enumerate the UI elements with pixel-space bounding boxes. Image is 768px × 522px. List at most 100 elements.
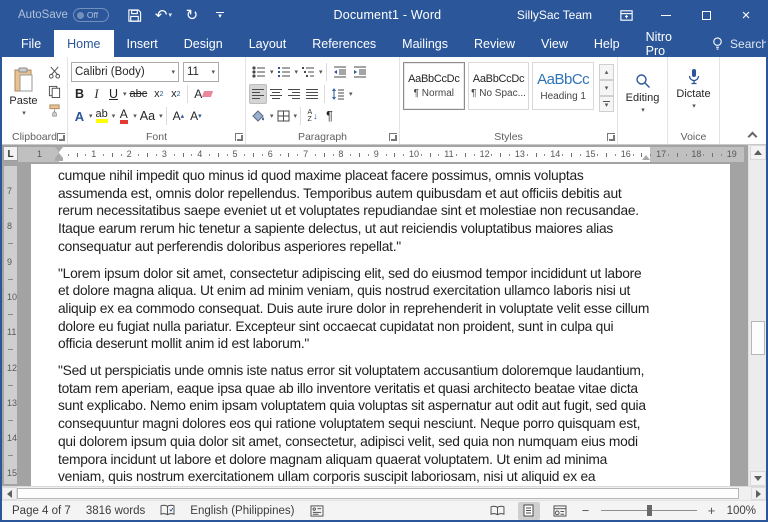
document-page[interactable]: cumque nihil impedit quo minus id quod m… xyxy=(31,164,730,486)
tab-mailings[interactable]: Mailings xyxy=(389,30,461,57)
maximize-button[interactable] xyxy=(686,0,726,30)
tab-insert[interactable]: Insert xyxy=(114,30,171,57)
chevron-down-icon[interactable]: ▾ xyxy=(270,68,274,76)
align-right-button[interactable] xyxy=(285,84,303,104)
numbering-button[interactable] xyxy=(274,62,294,82)
print-layout-button[interactable] xyxy=(517,501,540,520)
cut-button[interactable] xyxy=(45,64,64,81)
proofing-icon[interactable] xyxy=(160,504,175,517)
style-no-spacing[interactable]: AaBbCcDc ¶ No Spac... xyxy=(467,62,530,110)
web-layout-button[interactable] xyxy=(549,502,571,520)
clipboard-dialog-launcher[interactable] xyxy=(57,133,65,141)
tell-me-search[interactable]: Search xyxy=(711,30,766,57)
tab-home[interactable]: Home xyxy=(54,30,114,57)
superscript-button[interactable]: x2 xyxy=(167,84,184,104)
sort-button[interactable]: A Z ↓ xyxy=(304,106,321,126)
subscript-button[interactable]: x2 xyxy=(150,84,167,104)
zoom-out-button[interactable]: − xyxy=(580,503,592,518)
chevron-down-icon[interactable]: ▾ xyxy=(270,112,274,120)
text-highlight-button[interactable]: ab xyxy=(93,106,111,126)
zoom-slider-thumb[interactable] xyxy=(646,505,652,516)
shrink-font-button[interactable]: A ▾ xyxy=(187,106,205,126)
styles-more-button[interactable]: ▾ xyxy=(599,96,615,112)
tab-nitro-pro[interactable]: Nitro Pro xyxy=(633,30,685,58)
zoom-in-button[interactable]: + xyxy=(706,503,718,518)
justify-button[interactable] xyxy=(303,84,321,104)
undo-button[interactable]: ↶ ▾ xyxy=(155,4,172,26)
grow-font-button[interactable]: A ▴ xyxy=(170,106,188,126)
editing-button[interactable]: Editing ▾ xyxy=(621,60,664,126)
redo-button[interactable]: ↻ xyxy=(184,4,200,26)
h-scroll-right-button[interactable] xyxy=(751,487,766,500)
chevron-down-icon[interactable]: ▾ xyxy=(168,11,172,19)
tab-references[interactable]: References xyxy=(299,30,389,57)
v-scroll-thumb[interactable] xyxy=(751,321,765,355)
font-dialog-launcher[interactable] xyxy=(235,133,243,141)
dictate-button[interactable]: Dictate ▾ xyxy=(671,60,716,118)
minimize-button[interactable] xyxy=(646,0,686,30)
increase-indent-button[interactable] xyxy=(350,62,370,82)
paste-button[interactable]: Paste ▾ xyxy=(5,60,42,124)
change-case-button[interactable]: Aa xyxy=(137,106,158,126)
tab-view[interactable]: View xyxy=(528,30,581,57)
vertical-scrollbar[interactable] xyxy=(748,145,766,486)
bullets-button[interactable] xyxy=(249,62,269,82)
paragraph-dialog-launcher[interactable] xyxy=(389,133,397,141)
font-name-select[interactable]: Calibri (Body) ▾ xyxy=(71,62,179,82)
style-heading1[interactable]: AaBbCc Heading 1 xyxy=(532,62,595,110)
close-button[interactable]: × xyxy=(726,0,766,30)
accessibility-icon[interactable] xyxy=(310,504,324,517)
tab-review[interactable]: Review xyxy=(461,30,528,57)
format-painter-button[interactable] xyxy=(45,102,64,119)
align-left-button[interactable] xyxy=(249,84,267,104)
first-line-indent-marker[interactable] xyxy=(55,147,63,152)
text-effects-button[interactable]: A xyxy=(71,106,88,126)
zoom-slider[interactable] xyxy=(600,505,697,516)
read-mode-button[interactable] xyxy=(487,502,509,520)
tab-layout[interactable]: Layout xyxy=(236,30,300,57)
line-spacing-button[interactable] xyxy=(328,84,348,104)
v-scroll-up-button[interactable] xyxy=(750,145,766,160)
borders-button[interactable] xyxy=(274,106,293,126)
language-indicator[interactable]: English (Philippines) xyxy=(190,505,294,517)
chevron-down-icon[interactable]: ▾ xyxy=(159,112,163,120)
shading-button[interactable] xyxy=(249,106,269,126)
page-indicator[interactable]: Page 4 of 7 xyxy=(12,505,71,517)
font-size-select[interactable]: 11 ▾ xyxy=(183,62,219,82)
underline-button[interactable]: U xyxy=(105,84,122,104)
left-indent-marker[interactable] xyxy=(55,158,63,161)
autosave-pill[interactable]: Off xyxy=(72,8,109,22)
show-hide-formatting-button[interactable]: ¶ xyxy=(321,106,338,126)
h-scroll-left-button[interactable] xyxy=(2,487,17,500)
ribbon-display-options-button[interactable] xyxy=(606,0,646,30)
account-name[interactable]: SillySac Team xyxy=(517,8,592,22)
autosave-toggle[interactable]: AutoSave Off xyxy=(18,8,109,22)
tab-file[interactable]: File xyxy=(8,30,54,57)
horizontal-scrollbar[interactable] xyxy=(2,486,766,500)
styles-scroll-down-button[interactable]: ▾ xyxy=(599,80,615,96)
strikethrough-button[interactable]: abc xyxy=(127,84,151,104)
align-center-button[interactable] xyxy=(267,84,285,104)
customize-qat-button[interactable]: ▾ xyxy=(212,4,228,26)
save-button[interactable] xyxy=(127,4,143,26)
styles-scroll-up-button[interactable]: ▴ xyxy=(599,64,615,80)
multilevel-list-button[interactable] xyxy=(298,62,318,82)
bold-button[interactable]: B xyxy=(71,84,88,104)
tab-help[interactable]: Help xyxy=(581,30,633,57)
right-indent-marker[interactable] xyxy=(642,155,650,160)
clear-formatting-button[interactable]: A xyxy=(191,84,215,104)
h-scroll-thumb[interactable] xyxy=(17,488,739,499)
decrease-indent-button[interactable] xyxy=(330,62,350,82)
chevron-down-icon[interactable]: ▾ xyxy=(89,112,93,120)
tab-stop-selector[interactable]: L xyxy=(3,146,18,161)
tab-design[interactable]: Design xyxy=(171,30,236,57)
copy-button[interactable] xyxy=(45,83,64,100)
chevron-down-icon[interactable]: ▾ xyxy=(349,90,353,98)
collapse-ribbon-button[interactable] xyxy=(747,131,758,142)
word-count[interactable]: 3816 words xyxy=(86,505,145,517)
styles-dialog-launcher[interactable] xyxy=(607,133,615,141)
chevron-down-icon[interactable]: ▾ xyxy=(123,90,127,98)
font-color-button[interactable]: A xyxy=(115,106,132,126)
zoom-percentage[interactable]: 100% xyxy=(727,505,756,517)
chevron-down-icon[interactable]: ▾ xyxy=(319,68,323,76)
